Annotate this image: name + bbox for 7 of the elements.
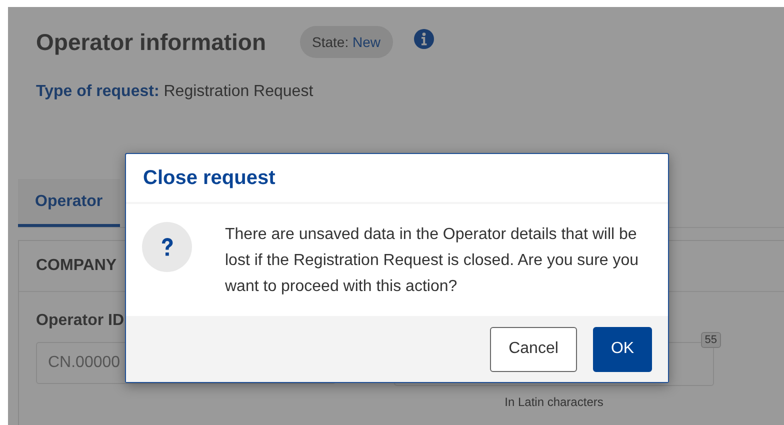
- state-badge: State: New: [300, 26, 392, 58]
- character-counter: 55: [700, 332, 721, 348]
- dialog-title: Close request: [126, 154, 668, 204]
- field-label: Operator ID: [36, 312, 126, 330]
- request-type: Type of request: Registration Request: [36, 83, 314, 101]
- field-hint: In Latin characters: [504, 395, 604, 409]
- page-title: Operator information: [36, 28, 266, 56]
